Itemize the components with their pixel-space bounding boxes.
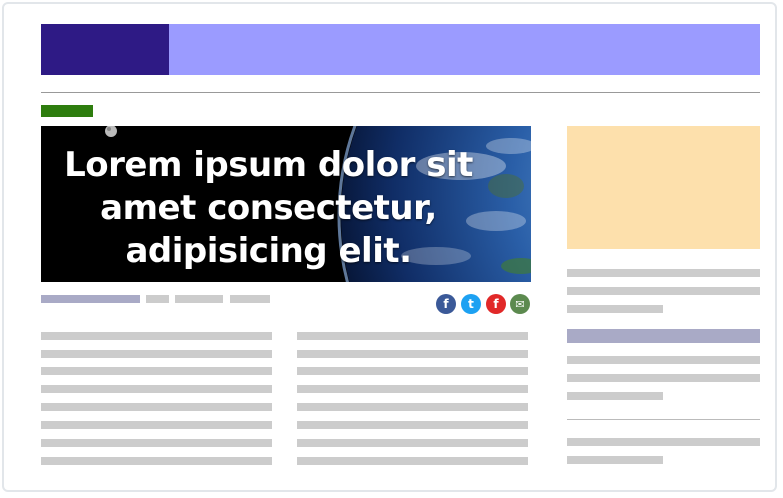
hero-headline[interactable]: Lorem ipsum dolor sit amet consectetur, … — [41, 144, 496, 273]
body-text-line — [41, 421, 272, 429]
body-text-line — [297, 403, 528, 411]
sidebar-text-line — [567, 269, 760, 277]
sidebar-section-heading[interactable] — [567, 329, 760, 343]
sidebar-text-line — [567, 374, 760, 382]
body-text-line — [297, 385, 528, 393]
hero-image[interactable]: Lorem ipsum dolor sit amet consectetur, … — [41, 126, 531, 282]
body-text-line — [41, 439, 272, 447]
body-text-line — [41, 385, 272, 393]
article-meta-bar — [175, 295, 223, 303]
article-meta-bar — [146, 295, 169, 303]
body-text-line — [41, 457, 272, 465]
sidebar-text-line — [567, 305, 663, 313]
article-author-bar[interactable] — [41, 295, 140, 303]
sidebar-text-line — [567, 287, 760, 295]
twitter-icon[interactable]: t — [461, 294, 481, 314]
body-text-line — [297, 367, 528, 375]
article-meta-bar — [230, 295, 270, 303]
sidebar-text-line — [567, 356, 760, 364]
header-logo-block[interactable] — [41, 24, 169, 75]
body-text-line — [297, 457, 528, 465]
sidebar-text-line — [567, 392, 663, 400]
sidebar-ad-box[interactable] — [567, 126, 760, 249]
body-text-line — [297, 350, 528, 358]
body-text-line — [41, 403, 272, 411]
body-text-line — [41, 350, 272, 358]
header-nav-bar[interactable] — [169, 24, 760, 75]
body-text-line — [297, 421, 528, 429]
category-tag[interactable] — [41, 105, 93, 117]
body-text-line — [41, 332, 272, 340]
body-text-line — [297, 332, 528, 340]
flipboard-icon[interactable]: f — [486, 294, 506, 314]
sidebar-text-line — [567, 456, 663, 464]
email-icon[interactable]: ✉ — [510, 294, 530, 314]
sidebar-divider — [567, 419, 760, 420]
sidebar-text-line — [567, 438, 760, 446]
body-text-line — [297, 439, 528, 447]
body-text-line — [41, 367, 272, 375]
facebook-icon[interactable]: f — [436, 294, 456, 314]
header-divider — [41, 92, 760, 93]
